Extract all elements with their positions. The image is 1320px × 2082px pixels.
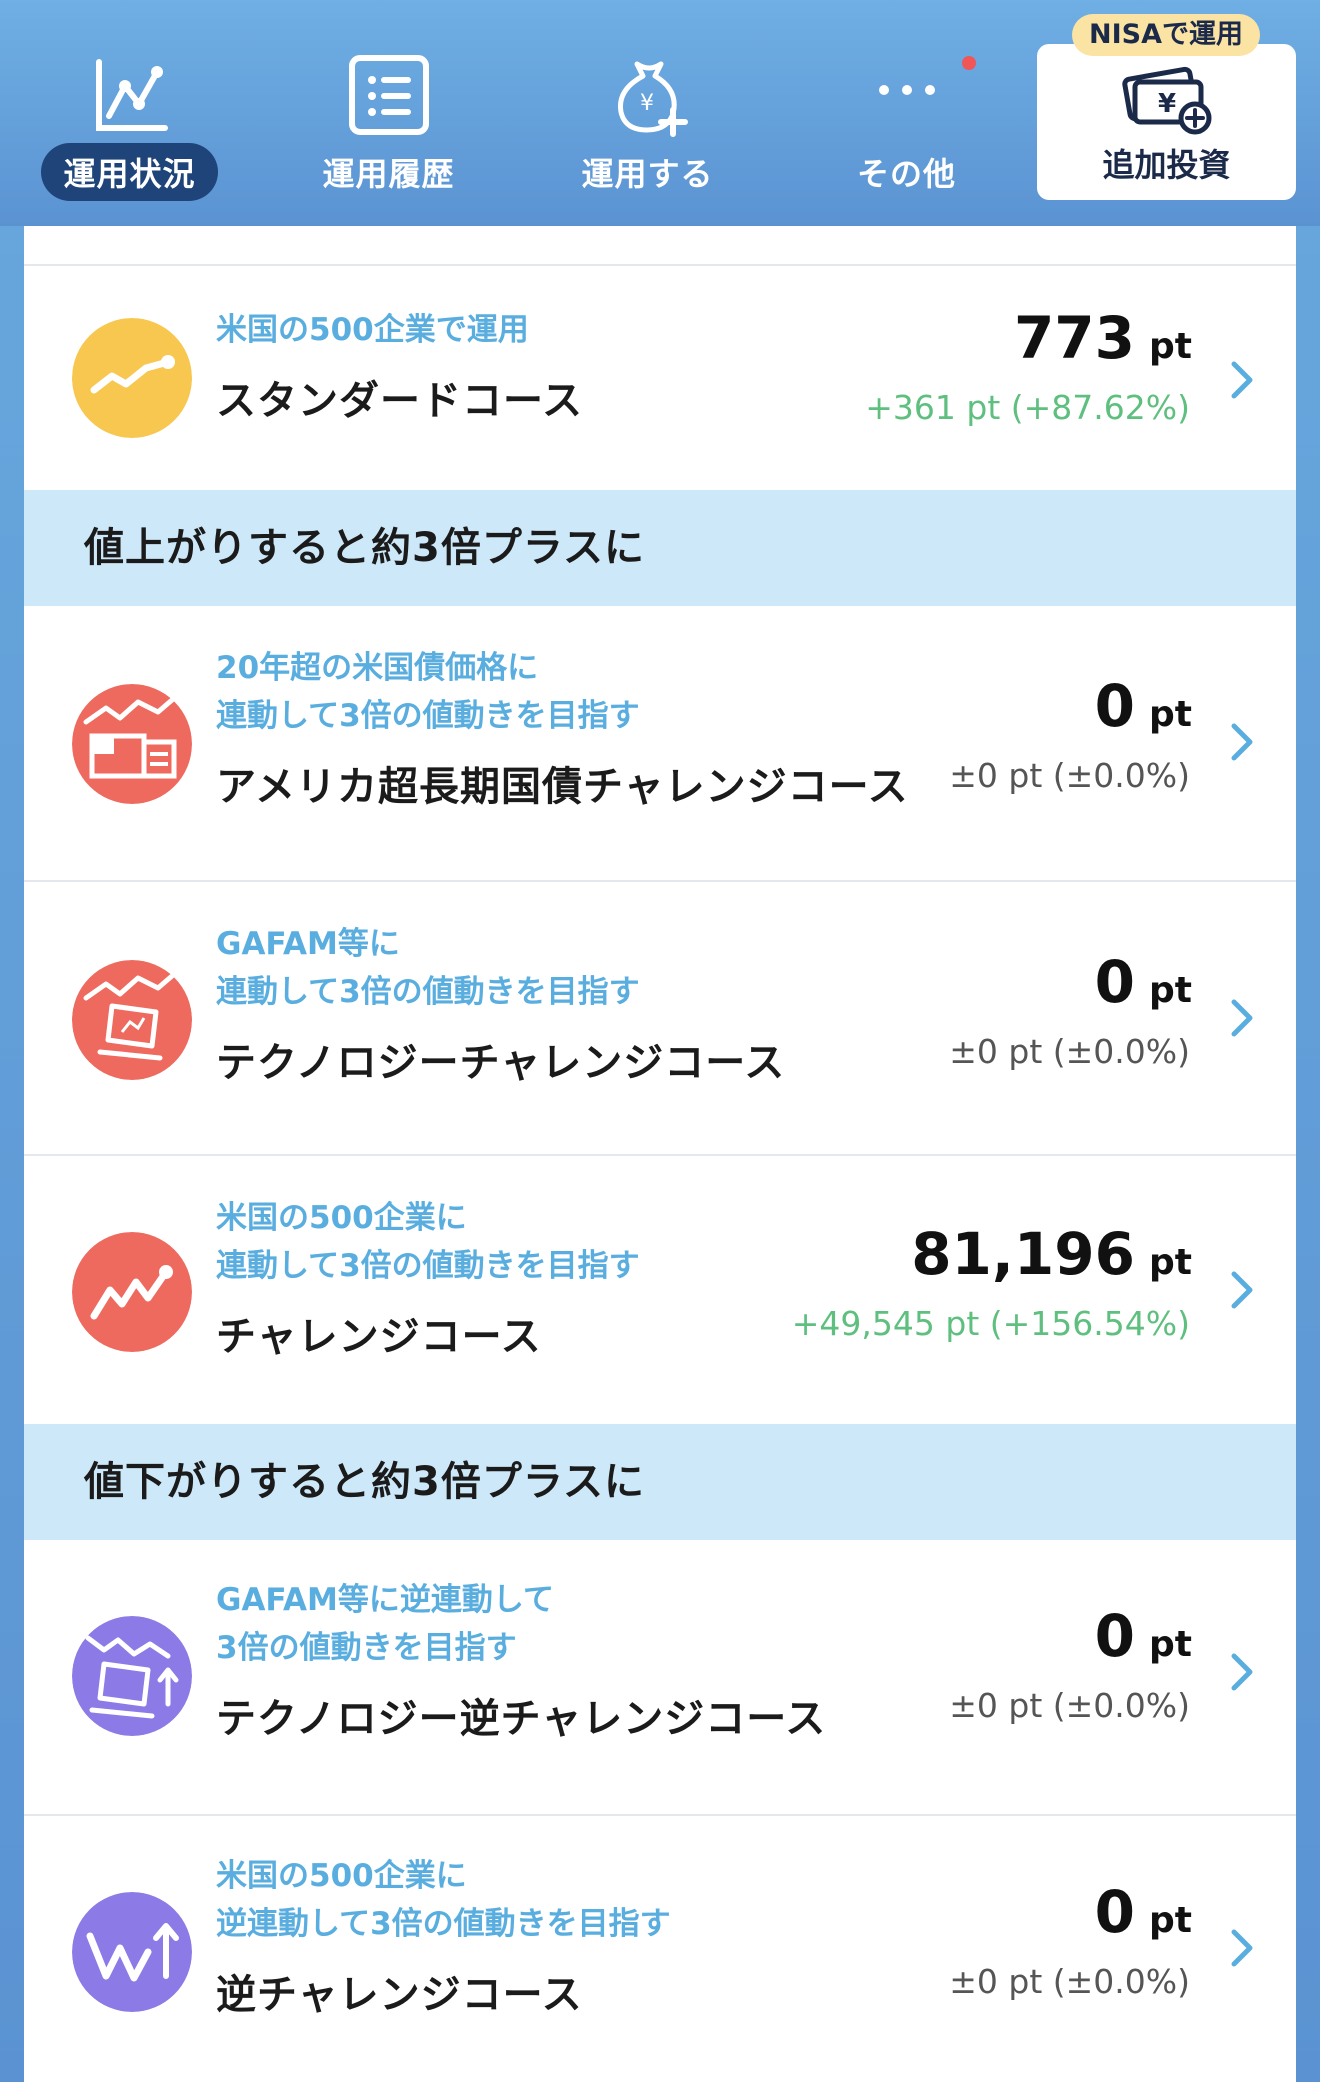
course-description-line2: 連動して3倍の値動きを目指す <box>216 1248 640 1284</box>
chevron-right-icon <box>1231 1271 1253 1309</box>
course-description: 米国の500企業で運用 <box>216 312 529 348</box>
course-name: 逆チャレンジコース <box>216 1972 583 2018</box>
course-row-tech[interactable]: GAFAM等に 連動して3倍の値動きを目指す テクノロジーチャレンジコース 0p… <box>24 880 1296 1154</box>
chevron-right-icon <box>1231 1653 1253 1691</box>
nav-invest-label: 運用する <box>581 155 714 193</box>
course-value: 0 pt <box>1094 672 1192 740</box>
nav-history-label: 運用履歴 <box>322 155 455 193</box>
section-header-down: 値下がりすると約3倍プラスに <box>24 1424 1296 1540</box>
course-name: チャレンジコース <box>216 1314 542 1360</box>
course-description-line1: 米国の500企業に <box>216 1858 467 1894</box>
course-row-us-bond[interactable]: 20年超の米国債価格に 連動して3倍の値動きを目指す アメリカ超長期国債チャレン… <box>24 606 1296 880</box>
notification-dot <box>962 56 976 70</box>
course-description-line1: GAFAM等に逆連動して <box>216 1582 554 1618</box>
course-description-line2: 逆連動して3倍の値動きを目指す <box>216 1906 671 1942</box>
course-list: 米国の500企業で運用 スタンダードコース 773 pt +361 pt (+87… <box>24 226 1296 2082</box>
trend-up-icon <box>72 1232 192 1352</box>
line-chart-icon <box>95 59 168 131</box>
nav-status[interactable]: 運用状況 <box>0 0 259 226</box>
course-row-challenge[interactable]: 米国の500企業に 連動して3倍の値動きを目指す チャレンジコース 81,196… <box>24 1154 1296 1426</box>
chevron-right-icon <box>1231 999 1253 1037</box>
course-description-line2: 連動して3倍の値動きを目指す <box>216 974 640 1010</box>
money-bag-add-icon: ¥ <box>617 61 688 137</box>
laptop-inverse-icon <box>72 1616 192 1736</box>
course-value: 0 pt <box>1094 948 1192 1016</box>
course-row-inverse[interactable]: 米国の500企業に 逆連動して3倍の値動きを目指す 逆チャレンジコース 0 pt … <box>24 1814 1296 2082</box>
course-description-line2: 連動して3倍の値動きを目指す <box>216 698 640 734</box>
course-description-line1: GAFAM等に <box>216 926 400 962</box>
nav-other[interactable]: その他 <box>777 0 1036 226</box>
svg-text:¥: ¥ <box>640 91 654 116</box>
add-investment-button[interactable]: ¥ 追加投資 <box>1037 44 1296 200</box>
top-nav: 運用状況 運用履歴 ¥ 運用する その他 NISAで運用 ¥ 追加投資 <box>0 0 1320 226</box>
nav-other-label: その他 <box>856 155 956 193</box>
nisa-badge: NISAで運用 <box>1072 14 1260 56</box>
svg-text:¥: ¥ <box>1158 89 1176 119</box>
course-name: スタンダードコース <box>216 378 583 424</box>
course-change: +361 pt (+87.62%) <box>865 388 1190 427</box>
course-value: 0 pt <box>1094 1878 1192 1946</box>
course-name: テクノロジーチャレンジコース <box>216 1040 786 1086</box>
chevron-right-icon <box>1231 723 1253 761</box>
course-name: アメリカ超長期国債チャレンジコース <box>216 764 909 810</box>
course-description-line1: 米国の500企業に <box>216 1200 467 1236</box>
bond-flag-icon <box>72 684 192 804</box>
add-investment-label: 追加投資 <box>1102 146 1231 184</box>
course-value: 81,196 pt <box>911 1220 1192 1288</box>
chevron-right-icon <box>1231 361 1253 399</box>
course-value: 0 pt <box>1094 1602 1192 1670</box>
laptop-trend-icon <box>72 960 192 1080</box>
course-row-standard[interactable]: 米国の500企業で運用 スタンダードコース 773 pt +361 pt (+87… <box>24 264 1296 490</box>
yen-bills-add-icon: ¥ <box>1122 66 1212 135</box>
course-change: ±0 pt (±0.0%) <box>949 1032 1190 1071</box>
course-change: +49,545 pt (+156.54%) <box>791 1304 1190 1343</box>
course-description-line2: 3倍の値動きを目指す <box>216 1630 517 1666</box>
nav-status-label: 運用状況 <box>41 143 218 201</box>
trend-up-icon <box>72 318 192 438</box>
course-change: ±0 pt (±0.0%) <box>949 756 1190 795</box>
course-change: ±0 pt (±0.0%) <box>949 1962 1190 2001</box>
course-change: ±0 pt (±0.0%) <box>949 1686 1190 1725</box>
list-icon <box>348 55 429 135</box>
more-dots-icon <box>878 85 935 95</box>
nav-history[interactable]: 運用履歴 <box>259 0 518 226</box>
trend-down-icon <box>72 1892 192 2012</box>
section-header-up: 値上がりすると約3倍プラスに <box>24 490 1296 606</box>
chevron-right-icon <box>1231 1929 1253 1967</box>
course-value: 773 pt <box>1013 304 1192 372</box>
course-name: テクノロジー逆チャレンジコース <box>216 1696 827 1742</box>
nav-invest[interactable]: ¥ 運用する <box>518 0 777 226</box>
course-description-line1: 20年超の米国債価格に <box>216 650 539 686</box>
course-row-tech-inverse[interactable]: GAFAM等に逆連動して 3倍の値動きを目指す テクノロジー逆チャレンジコース … <box>24 1540 1296 1814</box>
